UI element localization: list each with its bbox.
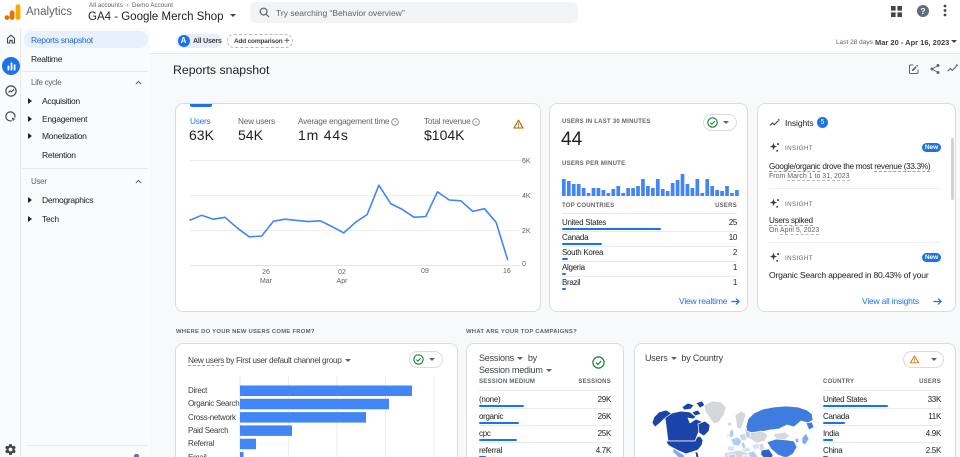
svg-text:?: ? (920, 5, 925, 15)
